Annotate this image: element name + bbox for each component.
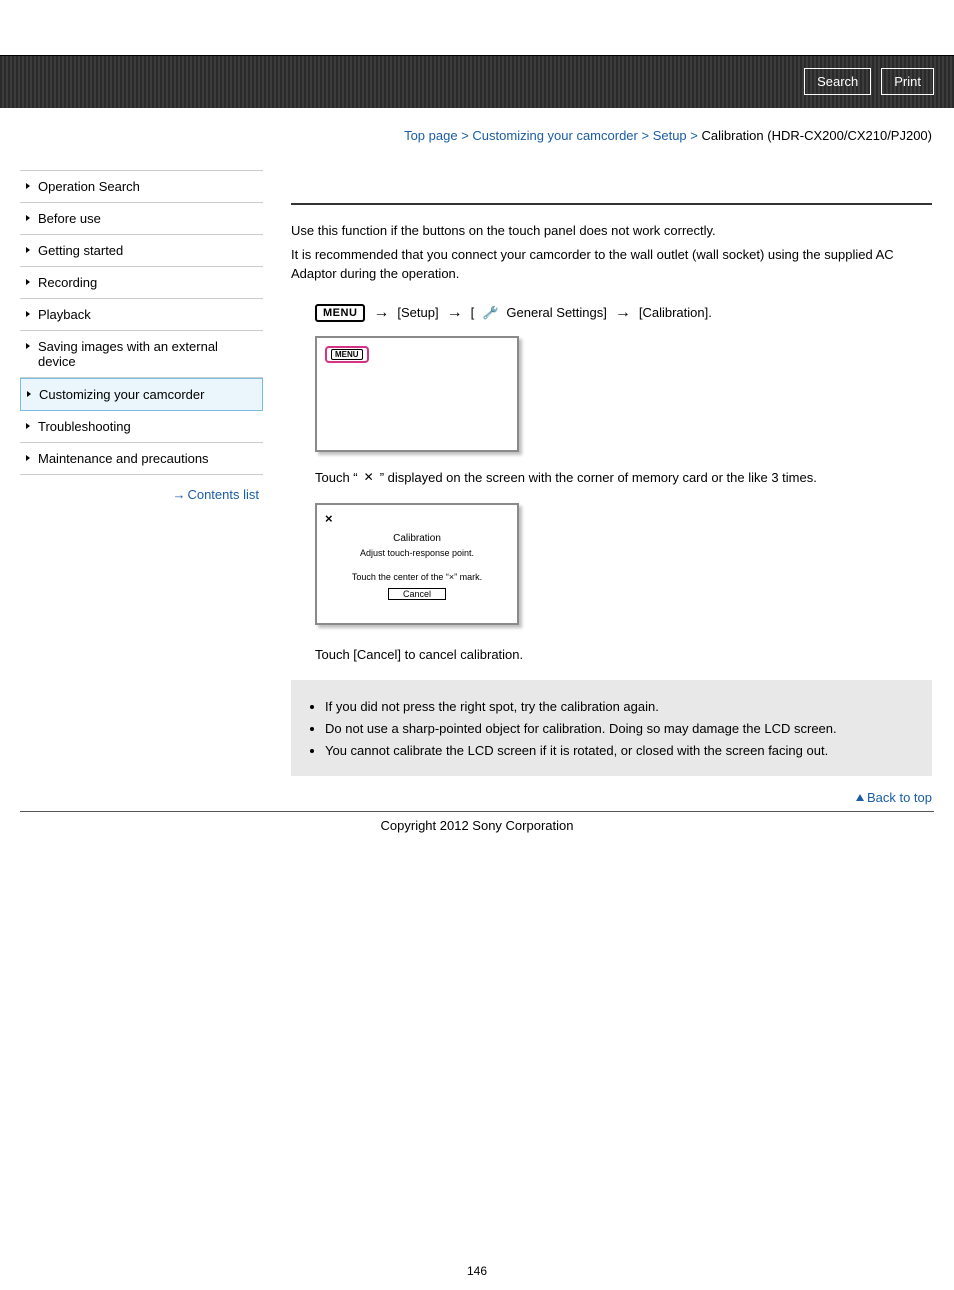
intro-text-2: It is recommended that you connect your … bbox=[291, 245, 932, 284]
arrow-right-icon: → bbox=[172, 487, 185, 502]
chevron-right-icon bbox=[26, 183, 30, 189]
sidebar-item-saving-images[interactable]: Saving images with an external device bbox=[20, 331, 263, 378]
contents-list-label: Contents list bbox=[187, 487, 259, 502]
screen-menu-highlight: MENU bbox=[325, 346, 369, 363]
screen-illustration-calibration: × Calibration Adjust touch-response poin… bbox=[315, 503, 519, 625]
menu-button-icon: MENU bbox=[315, 304, 365, 322]
sidebar-item-label: Recording bbox=[38, 275, 97, 290]
step-setup: [Setup] bbox=[397, 305, 438, 320]
back-to-top-label: Back to top bbox=[867, 790, 932, 805]
sidebar-item-label: Customizing your camcorder bbox=[39, 387, 204, 402]
sidebar-item-troubleshooting[interactable]: Troubleshooting bbox=[20, 411, 263, 443]
main-content: Top page > Customizing your camcorder > … bbox=[263, 108, 954, 805]
calibration-title: Calibration bbox=[317, 533, 517, 544]
sidebar-item-playback[interactable]: Playback bbox=[20, 299, 263, 331]
intro-text-1: Use this function if the buttons on the … bbox=[291, 221, 932, 241]
sidebar-item-operation-search[interactable]: Operation Search bbox=[20, 171, 263, 203]
back-to-top-link[interactable]: Back to top bbox=[291, 790, 932, 805]
chevron-right-icon bbox=[26, 455, 30, 461]
screen-menu-label: MENU bbox=[331, 349, 363, 360]
chevron-right-icon bbox=[26, 343, 30, 349]
footer-divider bbox=[20, 811, 934, 812]
sidebar-item-label: Before use bbox=[38, 211, 101, 226]
breadcrumb-top[interactable]: Top page bbox=[404, 128, 458, 143]
step-general-bracket: [ bbox=[471, 305, 475, 320]
page-number: 146 bbox=[0, 1264, 954, 1278]
sidebar-item-label: Troubleshooting bbox=[38, 419, 131, 434]
breadcrumb: Top page > Customizing your camcorder > … bbox=[291, 128, 932, 143]
copyright-text: Copyright 2012 Sony Corporation bbox=[0, 818, 954, 833]
sidebar-item-recording[interactable]: Recording bbox=[20, 267, 263, 299]
sidebar-item-label: Getting started bbox=[38, 243, 123, 258]
chevron-right-icon bbox=[26, 279, 30, 285]
calibration-instruction: Touch the center of the “×” mark. bbox=[317, 572, 517, 582]
divider bbox=[291, 203, 932, 205]
touch-text-post: ” displayed on the screen with the corne… bbox=[380, 470, 817, 485]
screen-illustration-menu: MENU bbox=[315, 336, 519, 452]
step-general: General Settings] bbox=[506, 305, 606, 320]
sidebar-item-maintenance[interactable]: Maintenance and precautions bbox=[20, 443, 263, 475]
calibration-subtitle: Adjust touch-response point. bbox=[317, 548, 517, 558]
chevron-right-icon bbox=[26, 311, 30, 317]
calibration-x-icon: × bbox=[325, 511, 333, 526]
breadcrumb-sep: > bbox=[687, 128, 702, 143]
sidebar-item-label: Maintenance and precautions bbox=[38, 451, 209, 466]
arrow-up-icon bbox=[856, 794, 864, 801]
sidebar-item-customizing[interactable]: Customizing your camcorder bbox=[20, 378, 263, 411]
sidebar-item-label: Playback bbox=[38, 307, 91, 322]
calibration-cancel-button: Cancel bbox=[388, 588, 446, 600]
sidebar-item-label: Operation Search bbox=[38, 179, 140, 194]
note-item: If you did not press the right spot, try… bbox=[325, 698, 918, 716]
sidebar-item-getting-started[interactable]: Getting started bbox=[20, 235, 263, 267]
chevron-right-icon bbox=[27, 391, 31, 397]
notes-box: If you did not press the right spot, try… bbox=[291, 680, 932, 777]
arrow-right-icon: → bbox=[447, 304, 463, 322]
chevron-right-icon bbox=[26, 423, 30, 429]
print-button[interactable]: Print bbox=[881, 68, 934, 95]
touch-text-pre: Touch “ bbox=[315, 470, 358, 485]
breadcrumb-sep: > bbox=[458, 128, 473, 143]
sidebar-item-before-use[interactable]: Before use bbox=[20, 203, 263, 235]
breadcrumb-l1[interactable]: Customizing your camcorder bbox=[472, 128, 637, 143]
step-calibration: [Calibration]. bbox=[639, 305, 712, 320]
breadcrumb-l2[interactable]: Setup bbox=[653, 128, 687, 143]
wrench-icon: 🔧 bbox=[482, 304, 498, 320]
note-item: Do not use a sharp-pointed object for ca… bbox=[325, 720, 918, 738]
header-bar: Search Print bbox=[0, 55, 954, 108]
note-item: You cannot calibrate the LCD screen if i… bbox=[325, 742, 918, 760]
x-mark-icon: ✕ bbox=[362, 470, 376, 484]
touch-instruction: Touch “ ✕ ” displayed on the screen with… bbox=[315, 470, 932, 485]
arrow-right-icon: → bbox=[615, 304, 631, 322]
menu-path: MENU → [Setup] → [ 🔧 General Settings] → [… bbox=[315, 304, 932, 322]
contents-list-link[interactable]: →Contents list bbox=[20, 487, 263, 502]
search-button[interactable]: Search bbox=[804, 68, 871, 95]
arrow-right-icon: → bbox=[373, 304, 389, 322]
cancel-instruction: Touch [Cancel] to cancel calibration. bbox=[315, 647, 932, 662]
sidebar-item-label: Saving images with an external device bbox=[38, 339, 218, 369]
chevron-right-icon bbox=[26, 215, 30, 221]
chevron-right-icon bbox=[26, 247, 30, 253]
breadcrumb-current: Calibration (HDR-CX200/CX210/PJ200) bbox=[702, 128, 933, 143]
sidebar: Operation Search Before use Getting star… bbox=[0, 170, 263, 502]
breadcrumb-sep: > bbox=[638, 128, 653, 143]
